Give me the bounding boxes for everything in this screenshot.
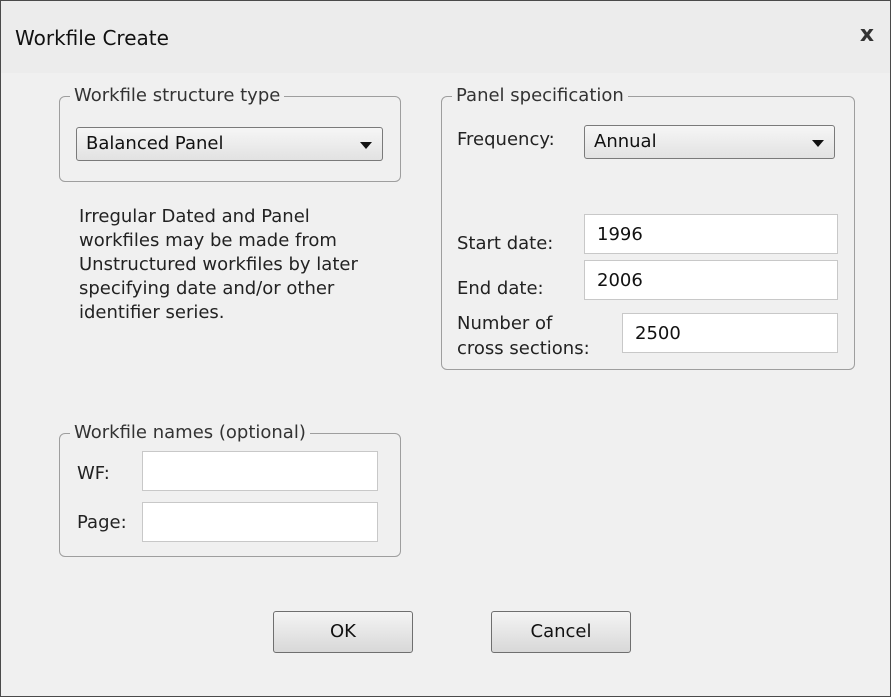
panel-specification-group: Panel specification Frequency: Annual St… <box>441 84 855 370</box>
end-date-label: End date: <box>457 278 544 299</box>
frequency-label: Frequency: <box>457 129 555 150</box>
ok-button[interactable]: OK <box>273 611 413 653</box>
workfile-create-dialog: Workfile Create x Workfile structure typ… <box>0 0 891 697</box>
start-date-input[interactable] <box>584 214 838 254</box>
cross-sections-label-line1: Number of <box>457 313 553 334</box>
title-bar: Workfile Create x <box>1 1 890 73</box>
chevron-down-icon <box>360 142 372 149</box>
frequency-value: Annual <box>594 131 657 152</box>
frequency-dropdown[interactable]: Annual <box>584 125 835 159</box>
start-date-label: Start date: <box>457 233 554 254</box>
page-label: Page: <box>77 512 127 533</box>
workfile-names-group-label: Workfile names (optional) <box>70 421 310 445</box>
workfile-names-group: Workfile names (optional) WF: Page: <box>59 421 401 557</box>
wf-label: WF: <box>77 463 110 484</box>
cross-sections-input[interactable] <box>622 313 838 353</box>
cross-sections-label-line2: cross sections: <box>457 338 590 359</box>
dialog-body: Workfile structure type Balanced Panel I… <box>1 73 890 696</box>
end-date-input[interactable] <box>584 260 838 300</box>
dialog-title: Workfile Create <box>15 26 169 50</box>
structure-type-group: Workfile structure type Balanced Panel <box>59 84 401 182</box>
structure-type-value: Balanced Panel <box>86 133 224 154</box>
panel-specification-group-label: Panel specification <box>452 84 628 108</box>
cancel-button[interactable]: Cancel <box>491 611 631 653</box>
page-name-input[interactable] <box>142 502 378 542</box>
chevron-down-icon <box>812 140 824 147</box>
close-icon[interactable]: x <box>856 23 878 47</box>
wf-name-input[interactable] <box>142 451 378 491</box>
structure-type-dropdown[interactable]: Balanced Panel <box>76 127 383 161</box>
structure-type-group-label: Workfile structure type <box>70 84 285 108</box>
structure-info-text: Irregular Dated and Panel workfiles may … <box>79 206 358 323</box>
